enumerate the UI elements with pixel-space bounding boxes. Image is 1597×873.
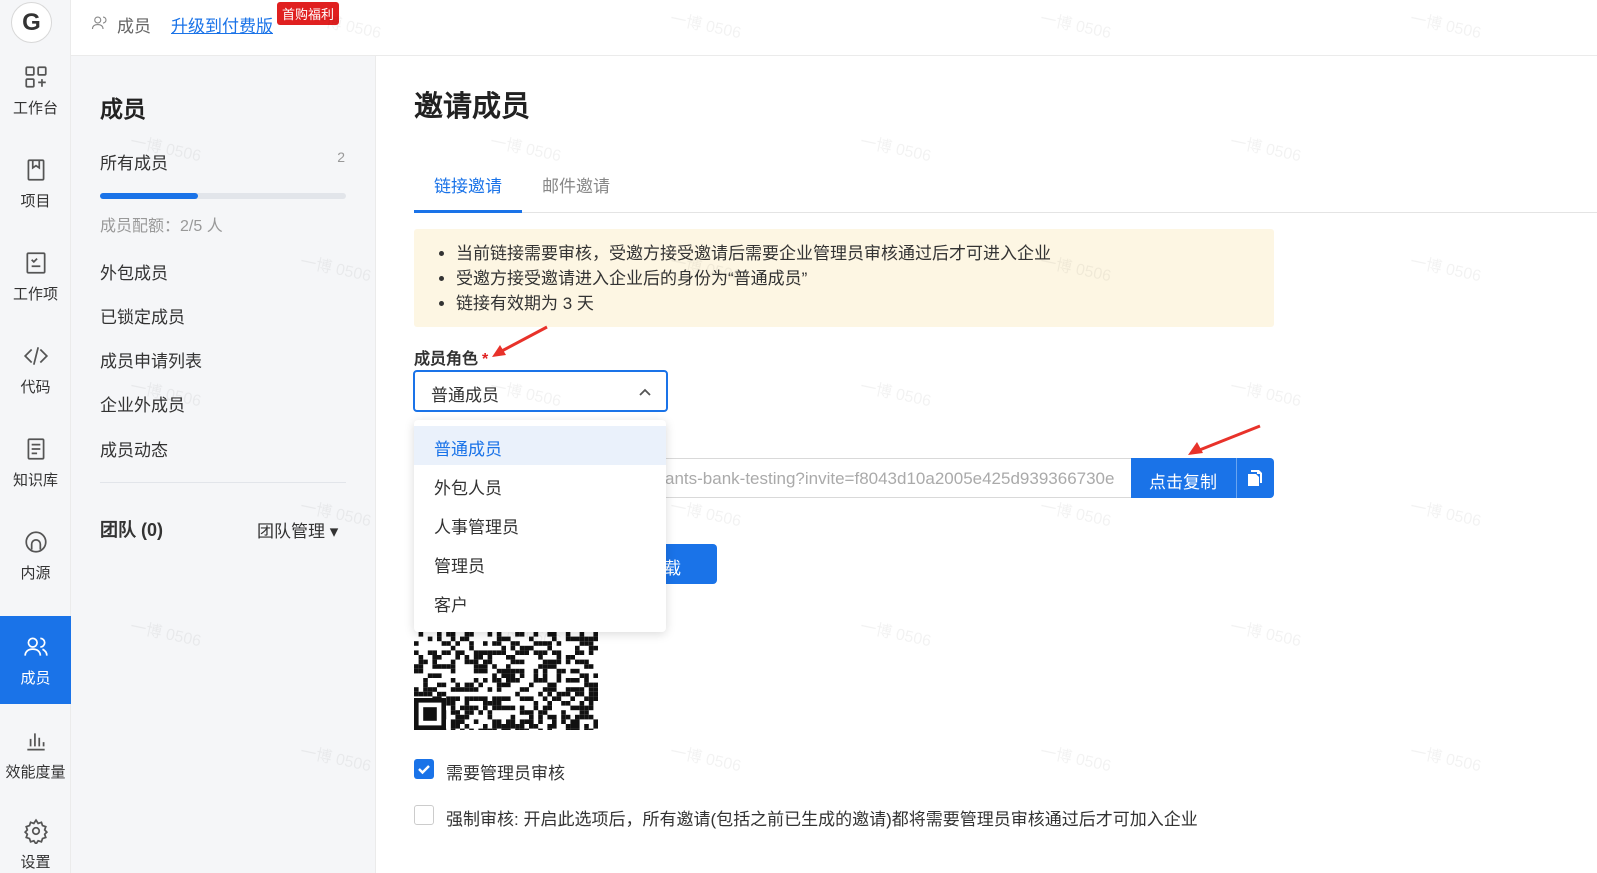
- notice-line: 受邀方接受邀请进入企业后的身份为“普通成员”: [456, 266, 1274, 291]
- sidebar-item-external[interactable]: 企业外成员: [100, 391, 185, 416]
- rail-item-dashboard[interactable]: 工作台: [0, 46, 71, 134]
- copy-icon: [1245, 468, 1265, 488]
- checkbox-label: 需要管理员审核: [446, 764, 565, 783]
- role-field-label: 成员角色 *: [414, 351, 489, 368]
- sidebar-item-applications[interactable]: 成员申请列表: [100, 347, 202, 372]
- rail-item-metrics[interactable]: 效能度量: [0, 710, 71, 798]
- quota-progress-fill: [100, 193, 199, 199]
- team-heading: 团队 (0): [100, 520, 163, 540]
- annotation-arrow: [492, 325, 548, 357]
- sidebar-divider: [100, 482, 346, 483]
- upgrade-link[interactable]: 升级到付费版: [171, 12, 273, 37]
- role-option[interactable]: 管理员: [414, 543, 666, 582]
- role-dropdown-menu: 普通成员 外包人员 人事管理员 管理员 客户: [414, 420, 666, 632]
- rail-item-settings[interactable]: 设置: [0, 800, 71, 873]
- sidebar-title: 成员: [100, 96, 146, 122]
- tasks-icon: [22, 249, 50, 277]
- page-title: 邀请成员: [414, 91, 531, 123]
- member-count: 2: [337, 149, 345, 165]
- rail-label: 成员: [20, 669, 51, 687]
- rail-label: 效能度量: [5, 763, 66, 781]
- rail-label: 设置: [20, 853, 51, 871]
- chevron-up-icon: [638, 384, 652, 398]
- main-content: 邀请成员 链接邀请 邮件邀请 当前链接需要审核，受邀方接受邀请后需要企业管理员审…: [376, 56, 1597, 873]
- copy-button-divider: [1236, 458, 1237, 498]
- role-select[interactable]: 普通成员: [413, 370, 668, 412]
- quota-progress-bar: [100, 193, 346, 199]
- rail-label: 知识库: [12, 471, 58, 489]
- invite-link-field[interactable]: ants-bank-testing?invite=f8043d10a2005e4…: [652, 458, 1132, 498]
- role-option[interactable]: 人事管理员: [414, 504, 666, 543]
- rail-item-tasks[interactable]: 工作项: [0, 232, 71, 320]
- members-icon: [22, 633, 50, 661]
- tab-email-invite[interactable]: 邮件邀请: [542, 172, 610, 211]
- members-sidebar: 成员 所有成员 2 成员配额：2/5 人 外包成员 已锁定成员 成员申请列表 企…: [71, 56, 376, 873]
- copy-button-label: 点击复制: [1149, 473, 1217, 492]
- team-manage-dropdown[interactable]: 团队管理 ▾: [257, 517, 338, 542]
- rail-item-members[interactable]: 成员: [0, 616, 71, 704]
- invite-qr-code: [414, 632, 598, 730]
- rail-item-inner-source[interactable]: 内源: [0, 511, 71, 599]
- top-bar: 成员 升级到付费版 首购福利: [71, 0, 1597, 56]
- sidebar-item-outsourced[interactable]: 外包成员: [100, 259, 168, 284]
- role-select-value: 普通成员: [431, 386, 499, 405]
- rail-label: 代码: [20, 378, 51, 396]
- role-option[interactable]: 普通成员: [414, 426, 666, 465]
- notice-line: 链接有效期为 3 天: [456, 291, 1274, 316]
- inner-source-icon: [22, 528, 50, 556]
- role-option[interactable]: 外包人员: [414, 465, 666, 504]
- quota-text: 成员配额：2/5 人: [100, 218, 223, 235]
- rail-item-code[interactable]: 代码: [0, 325, 71, 413]
- checkbox-label: 强制审核: 开启此选项后，所有邀请(包括之前已生成的邀请)都将需要管理员审核通过…: [446, 810, 1198, 829]
- rail-label: 内源: [20, 564, 51, 582]
- rail-item-knowledge[interactable]: 知识库: [0, 418, 71, 506]
- metrics-icon: [22, 727, 50, 755]
- invite-tabs: 链接邀请 邮件邀请: [414, 158, 1597, 213]
- required-mark: *: [482, 351, 489, 368]
- checkbox-unchecked-icon: [414, 805, 434, 825]
- rail-label: 工作台: [12, 99, 58, 117]
- tab-link-invite[interactable]: 链接邀请: [434, 172, 502, 211]
- rail-item-project[interactable]: 项目: [0, 139, 71, 227]
- settings-icon: [22, 817, 50, 845]
- invite-notice: 当前链接需要审核，受邀方接受邀请后需要企业管理员审核通过后才可进入企业 受邀方接…: [414, 229, 1274, 327]
- active-tab-indicator: [414, 210, 522, 213]
- sidebar-item-all-members[interactable]: 所有成员: [100, 149, 168, 174]
- promo-badge: 首购福利: [277, 2, 340, 25]
- knowledge-icon: [22, 435, 50, 463]
- rail-label: 项目: [20, 192, 51, 210]
- checkbox-checked-icon: [414, 759, 434, 779]
- nav-rail: G 工作台 项目 工作项 代码 知识库 内源 成员 效能度量 设置: [0, 0, 71, 873]
- role-option[interactable]: 客户: [414, 582, 666, 621]
- rail-label: 工作项: [12, 285, 58, 303]
- dashboard-icon: [22, 63, 50, 91]
- app-logo[interactable]: G: [11, 2, 52, 43]
- annotation-arrow: [1188, 424, 1261, 455]
- breadcrumb[interactable]: 成员: [117, 12, 151, 37]
- sidebar-item-locked[interactable]: 已锁定成员: [100, 303, 185, 328]
- sidebar-item-activity[interactable]: 成员动态: [100, 436, 168, 461]
- project-icon: [22, 156, 50, 184]
- copy-link-button[interactable]: 点击复制: [1131, 458, 1274, 498]
- logo-letter: G: [22, 8, 41, 36]
- notice-line: 当前链接需要审核，受邀方接受邀请后需要企业管理员审核通过后才可进入企业: [456, 241, 1274, 266]
- members-icon: [91, 14, 109, 32]
- code-icon: [22, 342, 50, 370]
